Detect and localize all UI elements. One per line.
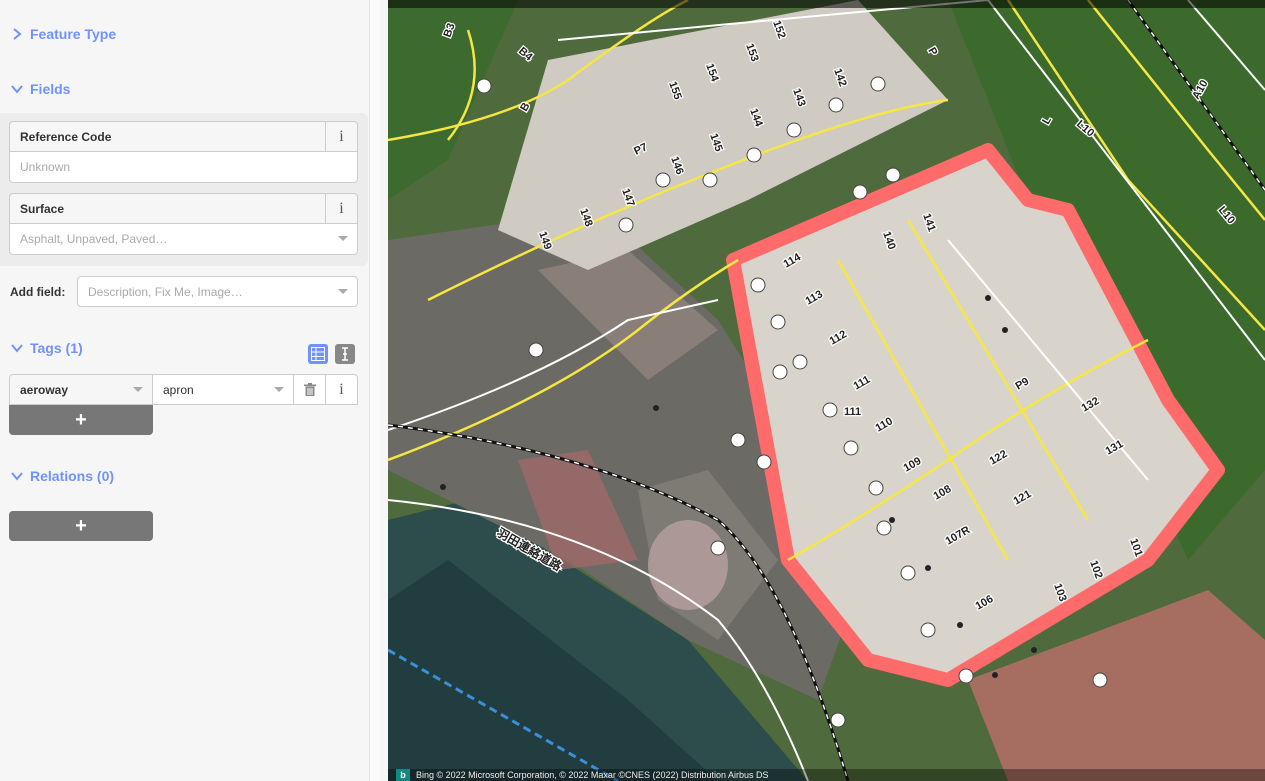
stand-label: 146: [668, 155, 686, 176]
stand-label: 143: [790, 87, 808, 108]
relations-label: Relations (0): [30, 468, 115, 484]
tags-label: Tags (1): [30, 340, 83, 356]
sidebar-scrollbar[interactable]: [369, 0, 380, 781]
stand-label: 113: [804, 288, 825, 307]
stand-label: 148: [577, 207, 595, 228]
add-relation-button[interactable]: +: [9, 511, 153, 541]
taxiway-label: L10: [1216, 204, 1237, 226]
bing-logo-icon: b: [396, 769, 410, 781]
taxiway-label: P7: [632, 141, 649, 158]
reference-code-input[interactable]: Unknown: [9, 152, 358, 183]
stand-label: 140: [880, 230, 898, 251]
stand-label: 132: [1080, 395, 1102, 415]
imagery-attribution[interactable]: b Bing © 2022 Microsoft Corporation, © 2…: [388, 769, 1265, 781]
dropdown-caret-icon: [133, 387, 143, 392]
stand-label: 108: [932, 483, 954, 503]
add-tag-button[interactable]: +: [9, 405, 153, 435]
map-labels: B3 B4 B P7 P P9 L10 L10 A10 L 152 153 15…: [440, 18, 1238, 614]
surface-field: Surface i Asphalt, Unpaved, Paved…: [9, 193, 358, 255]
stand-label: 109: [902, 455, 924, 475]
chevron-down-icon: [10, 342, 23, 355]
tags-section-toggle[interactable]: Tags (1): [10, 340, 83, 356]
surface-combo-input[interactable]: Asphalt, Unpaved, Paved…: [9, 224, 358, 255]
chevron-down-icon: [10, 470, 23, 483]
fields-section-toggle[interactable]: Fields: [10, 81, 70, 97]
stand-label: 122: [988, 448, 1010, 468]
stand-label: 111: [852, 374, 873, 393]
map-top-bar: [388, 0, 1265, 8]
stand-label: 149: [536, 230, 554, 251]
taxiway-label: L10: [1074, 118, 1096, 139]
attribution-text: Bing © 2022 Microsoft Corporation, © 202…: [416, 770, 769, 780]
stand-label: 147: [619, 187, 637, 208]
dropdown-caret-icon: [338, 236, 348, 241]
stand-label: 141: [920, 212, 938, 233]
stand-label: 102: [1087, 559, 1105, 580]
surface-field-label: Surface i: [9, 193, 358, 224]
table-icon: [311, 347, 325, 361]
text-view-button[interactable]: [335, 344, 355, 364]
inspector-sidebar: Feature Type Fields Reference Code i Unk…: [0, 0, 380, 781]
stand-label: 155: [666, 80, 684, 101]
stand-label: 103: [1051, 582, 1069, 603]
feature-type-section-toggle[interactable]: Feature Type: [10, 26, 116, 42]
tag-row: aeroway apron i: [9, 374, 358, 405]
stand-label: 101: [1127, 537, 1145, 558]
tag-info-button[interactable]: i: [326, 374, 358, 405]
taxiway-label: A10: [1190, 78, 1210, 101]
stand-label: 106: [974, 593, 996, 613]
relations-section-toggle[interactable]: Relations (0): [10, 468, 114, 484]
reference-code-field-label: Reference Code i: [9, 121, 358, 152]
taxiway-label: P: [925, 46, 939, 58]
taxiway-label: B3: [442, 22, 458, 39]
map-canvas[interactable]: B3 B4 B P7 P P9 L10 L10 A10 L 152 153 15…: [388, 0, 1265, 781]
reference-code-label: Reference Code: [20, 129, 112, 144]
stand-label: 152: [770, 19, 788, 40]
fields-label: Fields: [30, 81, 71, 97]
stand-label: 142: [831, 67, 849, 88]
stand-label: 107R: [944, 524, 973, 548]
stand-label: 145: [707, 132, 725, 153]
reference-code-field: Reference Code i Unknown: [9, 121, 358, 183]
add-field-placeholder: Description, Fix Me, Image…: [88, 284, 243, 299]
reference-code-info-button[interactable]: i: [325, 122, 357, 151]
chevron-right-icon: [10, 28, 23, 41]
taxiway-label: B4: [516, 45, 535, 64]
trash-icon: [303, 383, 316, 396]
dropdown-caret-icon: [274, 387, 284, 392]
surface-placeholder: Asphalt, Unpaved, Paved…: [20, 232, 168, 246]
feature-type-label: Feature Type: [30, 26, 117, 42]
tag-key-text: aeroway: [20, 382, 69, 397]
stand-label: 131: [1104, 438, 1126, 458]
stand-label: 121: [1012, 488, 1034, 508]
stand-label: 144: [747, 107, 765, 129]
add-field-combo[interactable]: Description, Fix Me, Image…: [77, 276, 358, 307]
list-view-button[interactable]: [308, 344, 328, 364]
stand-label: 111: [844, 406, 861, 418]
add-field-label: Add field:: [10, 285, 66, 299]
road-label: 羽田連絡道路: [495, 525, 566, 574]
text-cursor-icon: [342, 347, 348, 361]
dropdown-caret-icon: [338, 289, 348, 294]
chevron-down-icon: [10, 83, 23, 96]
taxiway-label: P9: [1014, 375, 1032, 392]
taxiway-label: L: [1040, 114, 1054, 126]
tag-delete-button[interactable]: [294, 374, 326, 405]
reference-code-placeholder: Unknown: [20, 160, 71, 174]
surface-info-button[interactable]: i: [325, 194, 357, 223]
stand-label: 112: [828, 328, 849, 347]
tag-value-text: apron: [163, 382, 194, 397]
surface-label: Surface: [20, 201, 65, 216]
stand-label: 110: [874, 415, 895, 434]
tag-value-input[interactable]: apron: [153, 374, 294, 405]
tag-key-input[interactable]: aeroway: [9, 374, 153, 405]
stand-label: 114: [782, 251, 804, 271]
stand-label: 154: [703, 62, 721, 84]
taxiway-label: B: [518, 101, 532, 114]
stand-label: 153: [743, 42, 761, 63]
